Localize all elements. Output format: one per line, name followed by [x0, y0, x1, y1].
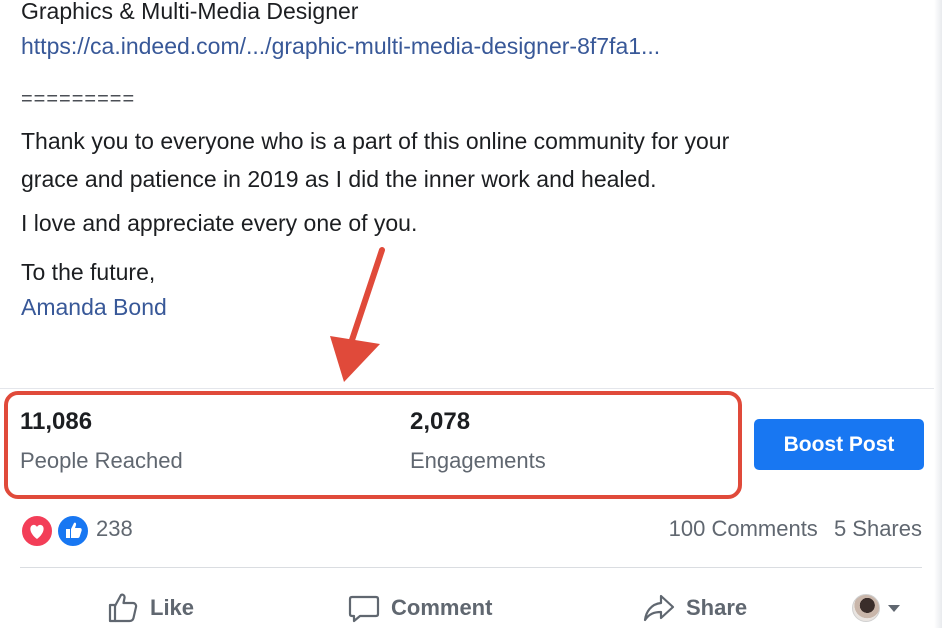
comment-label: Comment: [391, 595, 493, 620]
share-label: Share: [686, 595, 748, 620]
shares-count[interactable]: 5 Shares: [834, 516, 922, 541]
love-icon[interactable]: [20, 514, 54, 548]
share-button[interactable]: Share: [642, 590, 747, 626]
like-icon[interactable]: [56, 514, 90, 548]
boost-post-button[interactable]: Boost Post: [754, 419, 924, 470]
divider: [0, 388, 942, 389]
share-icon: [643, 594, 675, 622]
comment-icon: [348, 595, 380, 623]
comments-count[interactable]: 100 Comments: [669, 516, 818, 541]
like-label: Like: [150, 595, 195, 620]
thumbs-up-icon: [108, 593, 138, 623]
comments-shares: 100 Comments 5 Shares: [659, 516, 922, 542]
audience-selector[interactable]: [852, 594, 900, 622]
scroll-edge: [934, 0, 942, 628]
avatar: [852, 594, 880, 622]
highlight-box-annotation: [4, 391, 742, 499]
caret-down-icon: [888, 604, 900, 612]
comment-button[interactable]: Comment: [347, 590, 492, 626]
reaction-count[interactable]: 238: [96, 516, 133, 542]
action-divider: [20, 567, 922, 568]
like-button[interactable]: Like: [106, 590, 194, 626]
post-card: Graphics & Multi-Media Designer https://…: [0, 0, 942, 628]
